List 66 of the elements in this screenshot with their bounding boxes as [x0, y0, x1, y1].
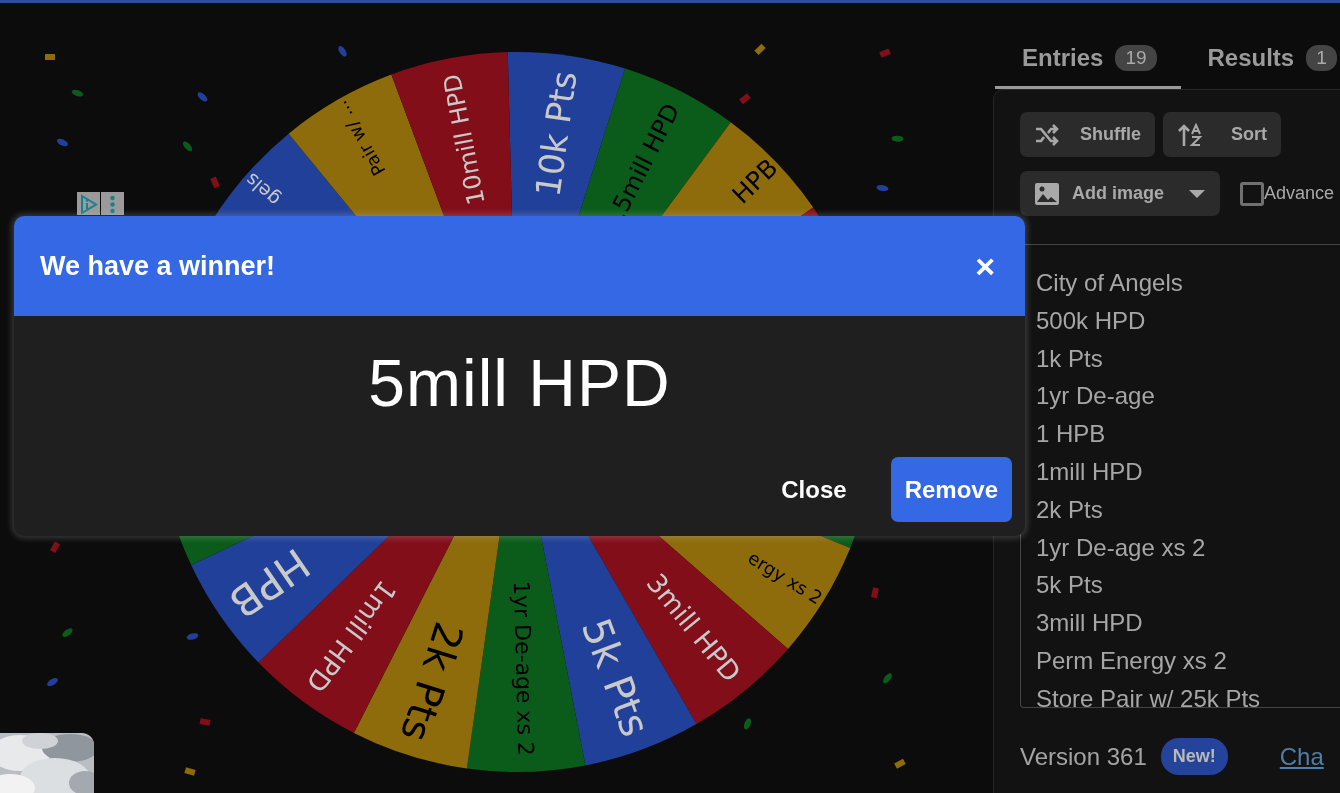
confetti-piece — [210, 176, 220, 189]
winner-text: 5mill HPD — [367, 350, 672, 416]
entry-text: Perm Energy xs 2 — [1036, 645, 1228, 676]
wheel-label: 5k Pts — [572, 612, 659, 743]
confetti-piece — [197, 92, 208, 102]
entry-text: 1yr De-age xs 2 — [1036, 532, 1207, 563]
confetti-piece — [894, 758, 906, 769]
caret-icon — [1188, 188, 1206, 199]
entry-text: 500k HPD — [1036, 305, 1147, 336]
sort-icon — [1177, 122, 1203, 147]
entry-text: City of Angels — [1036, 268, 1184, 298]
confetti-piece — [184, 767, 196, 776]
changelog-link[interactable]: Cha — [1279, 738, 1324, 775]
sort-button[interactable]: Sort — [1163, 112, 1281, 157]
entry-text: 1yr De-age — [1036, 381, 1156, 412]
confetti-piece — [743, 718, 752, 730]
confetti-piece — [45, 54, 55, 60]
remove-button[interactable]: Remove — [890, 457, 1012, 522]
count-badge: 1 — [1306, 45, 1337, 71]
checkbox-label: Advance — [1264, 182, 1335, 205]
entry-text: 1mill HPD — [1036, 457, 1144, 487]
dialog-title: We have a winner! — [40, 249, 276, 283]
image-icon — [1034, 181, 1060, 206]
wheel-label: ergy xs 2 — [744, 546, 827, 609]
confetti-piece — [186, 633, 199, 640]
play-info-icon[interactable] — [77, 192, 100, 215]
shuffle-button[interactable]: Shuffle — [1020, 112, 1155, 157]
confetti-piece — [876, 185, 889, 192]
entry-text: 1k Pts — [1036, 343, 1104, 374]
confetti-piece — [56, 138, 69, 147]
wheel-label: gels — [241, 169, 285, 211]
entry-text: Store Pair w/ 25k Pts — [1036, 683, 1262, 707]
confetti-piece — [883, 673, 892, 684]
confetti-piece — [47, 678, 58, 687]
wheel-label: Pair w/ ... — [329, 97, 390, 180]
entries-field[interactable]: City of Angels 500k HPD 1k Pts 1yr De-age 1 HPB 1mill HPD 2k Pts 1yr De-age xs 2 5k Pts 3mill HPD Perm Energy xs 2 Store Pair w/ 25k Pts — [1020, 244, 1340, 708]
wheel-label: HPB — [220, 538, 319, 628]
confetti-piece — [71, 89, 84, 97]
close-button[interactable]: Close — [767, 457, 861, 522]
confetti-piece — [754, 43, 766, 56]
count-badge: 19 — [1115, 45, 1157, 71]
checkbox[interactable] — [1240, 181, 1264, 206]
add-image-button[interactable]: Add image — [1020, 171, 1220, 216]
wheel-label: 2k Pts — [391, 616, 473, 748]
entry-text: 2k Pts — [1036, 494, 1104, 525]
wheel-label: 10k Pts — [527, 68, 585, 200]
confetti-piece — [199, 718, 211, 726]
confetti-piece — [891, 135, 904, 142]
more-icon[interactable] — [101, 192, 124, 215]
confetti-piece — [50, 541, 60, 553]
entry-text: 1 HPB — [1036, 419, 1107, 450]
wheel-label: 10mill HPD — [437, 71, 491, 208]
shuffle-icon — [1034, 123, 1060, 146]
tab[interactable]: Results 1 — [1180, 32, 1340, 89]
entry-text: 5k Pts — [1036, 570, 1104, 601]
new-badge: New! — [1160, 738, 1228, 775]
confetti-piece — [871, 587, 879, 599]
wheel-label: 1yr De-age xs 2 — [508, 580, 539, 757]
confetti-piece — [182, 141, 193, 152]
version-text: Version 361 — [1020, 741, 1147, 772]
close-button[interactable]: × — [971, 249, 999, 283]
confetti-piece — [338, 46, 347, 57]
confetti-piece — [62, 628, 73, 638]
entry-text: 3mill HPD — [1036, 608, 1144, 639]
confetti-piece — [739, 93, 751, 105]
confetti-piece — [879, 48, 891, 58]
